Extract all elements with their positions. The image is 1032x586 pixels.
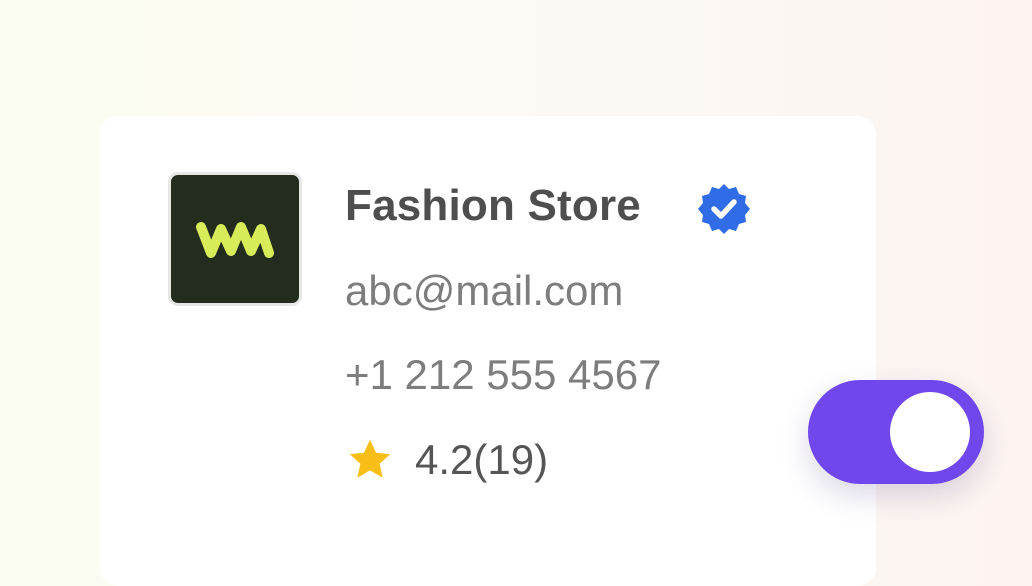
store-rating: 4.2(19) xyxy=(345,432,548,488)
star-icon xyxy=(349,439,391,478)
store-logo xyxy=(168,172,302,306)
toggle-knob[interactable] xyxy=(890,392,970,472)
wave-logo-icon xyxy=(196,222,274,258)
store-phone: +1 212 555 4567 xyxy=(345,351,662,398)
verified-badge-icon xyxy=(696,181,752,237)
store-card: Fashion Store abc@mail.com +1 212 555 45… xyxy=(100,116,876,586)
store-email: abc@mail.com xyxy=(345,267,624,314)
store-toggle[interactable] xyxy=(808,380,984,484)
store-name: Fashion Store xyxy=(345,181,641,230)
rating-text: 4.2(19) xyxy=(415,436,549,483)
